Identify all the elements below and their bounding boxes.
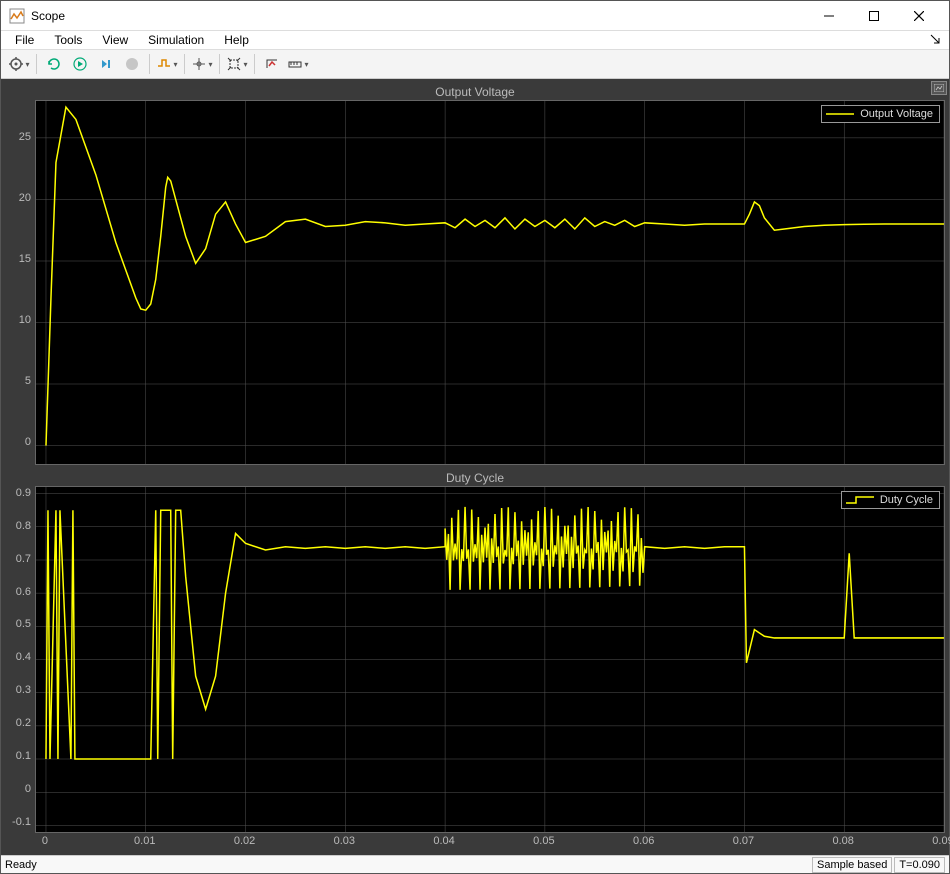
plot1-y-axis: 0510152025 — [5, 100, 35, 465]
plot-duty-cycle: Duty Cycle -0.100.10.20.30.40.50.60.70.8… — [5, 469, 945, 851]
maximize-button[interactable] — [851, 1, 896, 31]
x-axis: 00.010.020.030.040.050.060.070.080.09 — [35, 833, 945, 851]
measurements-button[interactable]: ▾ — [286, 52, 310, 76]
stop-button[interactable] — [120, 52, 144, 76]
plot2-chart[interactable]: Duty Cycle — [35, 486, 945, 833]
menu-file[interactable]: File — [5, 31, 44, 49]
plot2-legend-label: Duty Cycle — [880, 494, 933, 506]
window-title: Scope — [31, 9, 806, 23]
menu-simulation[interactable]: Simulation — [138, 31, 214, 49]
plot1-chart[interactable]: Output Voltage — [35, 100, 945, 465]
legend-line-icon — [826, 108, 854, 120]
configure-button[interactable]: ▾ — [7, 52, 31, 76]
status-mode: Sample based — [812, 857, 892, 873]
menu-help[interactable]: Help — [214, 31, 259, 49]
autoscale-button[interactable]: ▾ — [225, 52, 249, 76]
legend-step-icon — [846, 494, 874, 506]
titlebar: Scope — [1, 1, 949, 31]
menu-view[interactable]: View — [92, 31, 138, 49]
plot2-title: Duty Cycle — [5, 469, 945, 486]
plot2-legend: Duty Cycle — [841, 491, 940, 509]
plot2-y-axis: -0.100.10.20.30.40.50.60.70.80.9 — [5, 486, 35, 833]
close-button[interactable] — [896, 1, 941, 31]
plot1-legend: Output Voltage — [821, 105, 940, 123]
scope-window: Scope File Tools View Simulation Help ▾ … — [0, 0, 950, 874]
plot1-title: Output Voltage — [5, 83, 945, 100]
status-time: T=0.090 — [894, 857, 945, 873]
run-button[interactable] — [68, 52, 92, 76]
menu-tools[interactable]: Tools — [44, 31, 92, 49]
minimize-button[interactable] — [806, 1, 851, 31]
signal-stats-button[interactable] — [260, 52, 284, 76]
restart-button[interactable] — [42, 52, 66, 76]
step-forward-button[interactable] — [94, 52, 118, 76]
plot1-legend-label: Output Voltage — [860, 108, 933, 120]
plot-area: Output Voltage 0510152025 Output Voltage… — [1, 79, 949, 855]
cursor-button[interactable]: ▾ — [190, 52, 214, 76]
statusbar: Ready Sample based T=0.090 — [1, 855, 949, 873]
toolbar: ▾ ▾ ▾ ▾ ▾ — [1, 50, 949, 79]
plot-output-voltage: Output Voltage 0510152025 Output Voltage — [5, 83, 945, 465]
triggers-button[interactable]: ▾ — [155, 52, 179, 76]
app-icon — [9, 8, 25, 24]
status-ready: Ready — [5, 859, 37, 871]
undock-icon[interactable] — [925, 33, 945, 47]
menubar: File Tools View Simulation Help — [1, 31, 949, 50]
